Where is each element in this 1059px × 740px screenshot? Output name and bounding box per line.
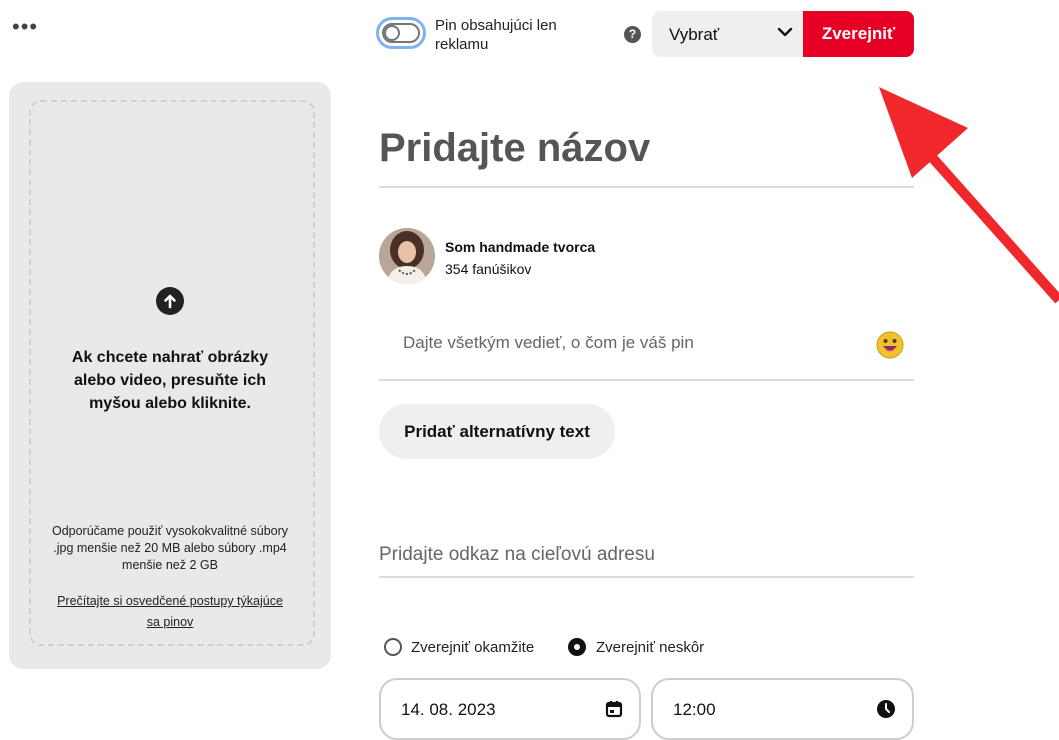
media-upload-panel[interactable]: Ak chcete nahrať obrázky alebo video, pr… xyxy=(9,82,331,669)
upload-instructions: Ak chcete nahrať obrázky alebo video, pr… xyxy=(71,349,269,412)
ad-only-pin-label: Pin obsahujúci len reklamu xyxy=(435,17,557,53)
date-value: 14. 08. 2023 xyxy=(401,700,496,719)
toggle-knob xyxy=(384,25,400,41)
ad-only-pin-toggle[interactable] xyxy=(376,17,426,49)
avatar xyxy=(379,228,435,284)
title-input[interactable]: Pridajte názov xyxy=(379,126,650,171)
time-value: 12:00 xyxy=(673,700,716,719)
destination-link-input[interactable]: Pridajte odkaz na cieľovú adresu xyxy=(379,544,655,566)
title-underline xyxy=(379,186,914,188)
board-select[interactable]: Vybrať xyxy=(652,11,804,57)
link-underline xyxy=(379,576,914,578)
avatar-photo xyxy=(379,228,435,284)
clock-icon[interactable] xyxy=(876,699,896,719)
emoji-icon[interactable] xyxy=(876,331,904,359)
time-input[interactable]: 12:00 xyxy=(651,678,914,740)
more-options-button[interactable]: ••• xyxy=(12,16,38,38)
chevron-down-icon xyxy=(777,27,793,37)
help-icon[interactable]: ? xyxy=(624,26,641,43)
add-alt-text-button[interactable]: Pridať alternatívny text xyxy=(379,404,615,459)
follower-count: 354 fanúšikov xyxy=(445,261,532,277)
best-practices-link[interactable]: Prečítajte si osvedčené postupy týkajúce… xyxy=(49,591,291,633)
publish-later-radio[interactable] xyxy=(568,638,586,656)
upload-file-hint: Odporúčame použiť vysokokvalitné súbory … xyxy=(51,524,289,572)
publish-now-label[interactable]: Zverejniť okamžite xyxy=(411,639,534,656)
description-input[interactable]: Dajte všetkým vedieť, o čom je váš pin xyxy=(403,333,694,353)
calendar-icon[interactable] xyxy=(604,699,624,719)
publish-button[interactable]: Zverejniť xyxy=(803,11,914,57)
board-select-value: Vybrať xyxy=(669,25,720,44)
description-underline xyxy=(379,379,914,381)
account-name: Som handmade tvorca xyxy=(445,239,596,255)
upload-arrow-icon xyxy=(156,287,184,315)
publish-now-radio[interactable] xyxy=(384,638,402,656)
publish-later-label[interactable]: Zverejniť neskôr xyxy=(596,639,704,656)
date-input[interactable]: 14. 08. 2023 xyxy=(379,678,641,740)
